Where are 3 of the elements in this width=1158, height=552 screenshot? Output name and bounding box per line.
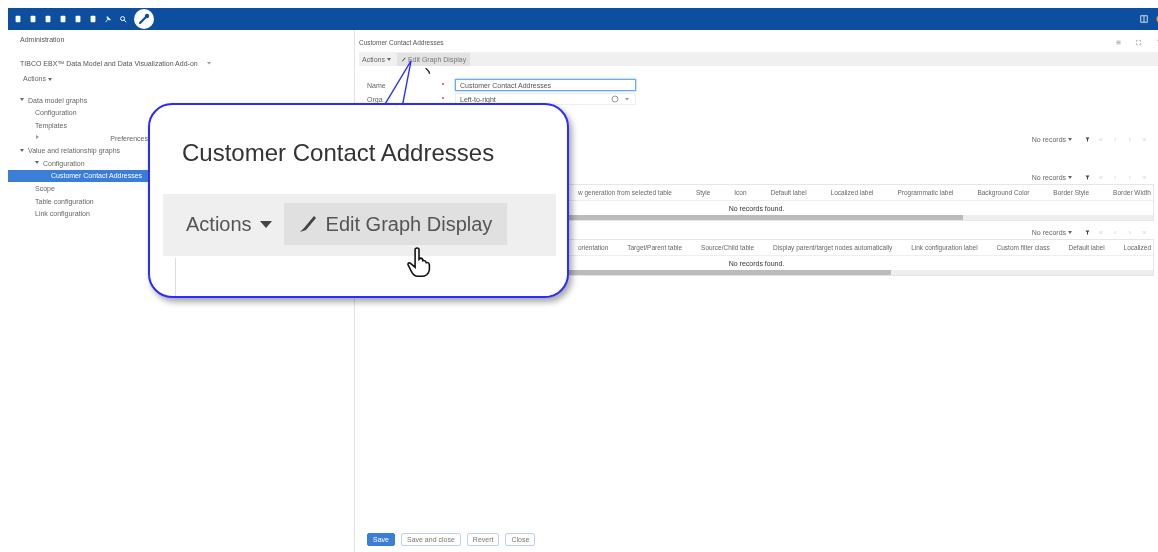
edit-graph-display-button[interactable]: Edit Graph Display: [283, 203, 508, 245]
actions-menu[interactable]: Actions: [186, 203, 272, 245]
callout-title: Customer Contact Addresses: [181, 139, 496, 168]
